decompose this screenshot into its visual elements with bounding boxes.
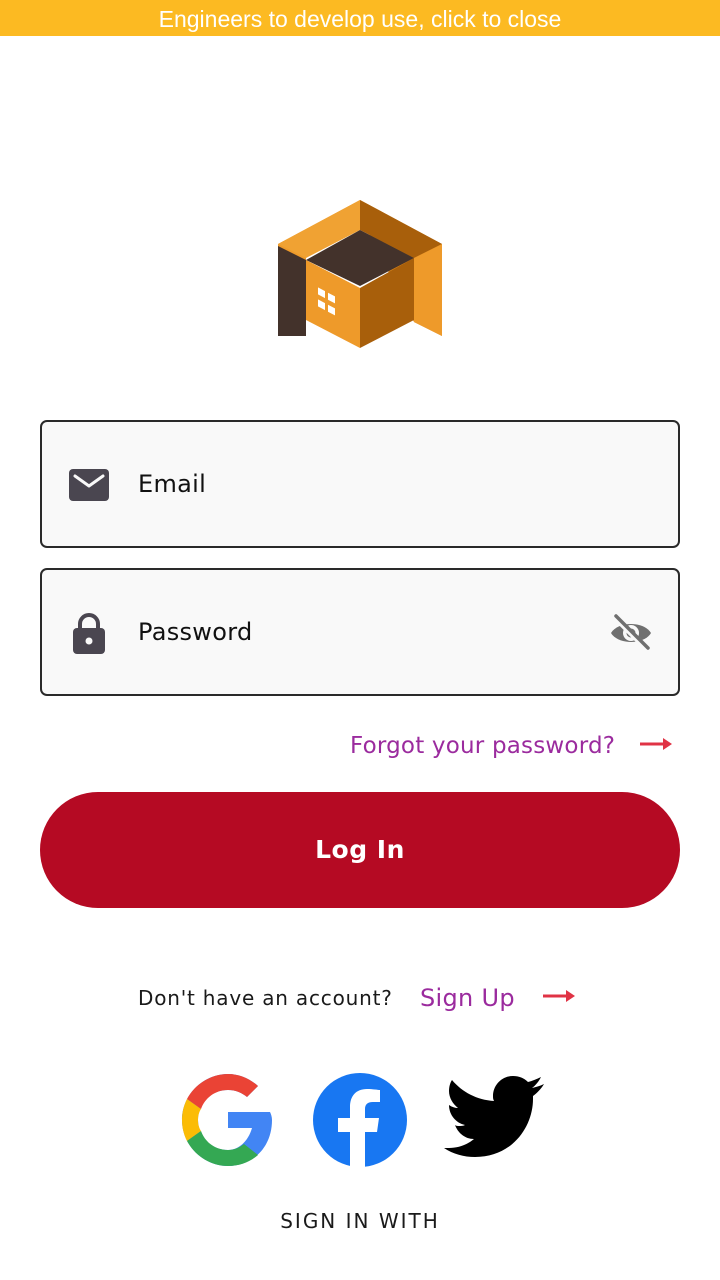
eye-off-icon[interactable] (608, 612, 654, 654)
twitter-icon[interactable] (438, 1072, 546, 1168)
mail-icon (69, 469, 109, 501)
sign-up-link[interactable]: Sign Up (420, 980, 515, 1016)
email-placeholder: Email (138, 470, 207, 498)
arrow-right-icon[interactable] (542, 988, 576, 1004)
app-logo (278, 200, 442, 348)
password-field[interactable]: Password (40, 568, 680, 696)
sign-in-with-label: SIGN IN WITH (280, 1209, 440, 1233)
forgot-password-link[interactable]: Forgot your password? (350, 728, 615, 764)
password-placeholder: Password (138, 618, 253, 646)
facebook-icon[interactable] (312, 1072, 408, 1168)
google-icon[interactable] (180, 1072, 276, 1168)
login-button[interactable]: Log In (40, 792, 680, 908)
email-field[interactable]: Email (40, 420, 680, 548)
arrow-right-icon[interactable] (639, 736, 673, 752)
lock-icon (73, 613, 105, 654)
dev-banner[interactable]: Engineers to develop use, click to close (0, 0, 720, 36)
no-account-text: Don't have an account? (138, 986, 393, 1010)
